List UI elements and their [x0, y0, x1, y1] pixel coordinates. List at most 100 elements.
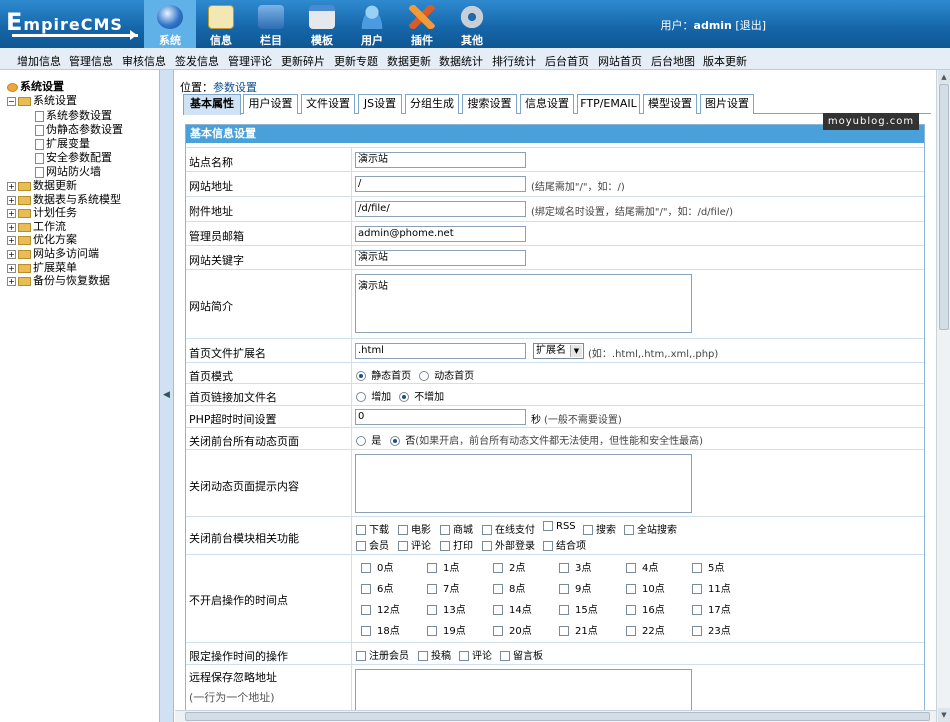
- checkbox-hour[interactable]: 10点: [626, 580, 665, 595]
- radio-no-filename[interactable]: 不增加: [399, 388, 444, 403]
- radio-close-no[interactable]: 否(如果开启，前台所有动态文件都无法使用，但性能和安全性最高): [390, 432, 703, 447]
- menu-admin-map[interactable]: 后台地图: [651, 53, 695, 69]
- radio-icon[interactable]: [419, 371, 429, 381]
- topnav-column[interactable]: 栏目: [245, 0, 297, 48]
- checkbox-hour[interactable]: 18点: [361, 622, 400, 637]
- checkbox-hour[interactable]: 8点: [493, 580, 525, 595]
- ext-select[interactable]: 扩展名 ▼: [533, 343, 584, 359]
- tab-model[interactable]: 模型设置: [643, 94, 697, 114]
- expand-icon[interactable]: +: [7, 249, 16, 259]
- collapse-left-arrow-icon[interactable]: ◀: [163, 390, 170, 400]
- expand-icon[interactable]: +: [7, 235, 16, 245]
- panel-splitter[interactable]: ◀: [160, 70, 174, 722]
- checkbox-hour[interactable]: 6点: [361, 580, 393, 595]
- tab-file[interactable]: 文件设置: [301, 94, 355, 114]
- radio-icon[interactable]: [399, 392, 409, 402]
- checkbox-online-pay[interactable]: 在线支付: [482, 521, 535, 536]
- index-ext-input[interactable]: .html: [355, 343, 526, 359]
- description-textarea[interactable]: 演示站: [355, 274, 692, 333]
- menu-version-update[interactable]: 版本更新: [703, 53, 747, 69]
- collapse-icon[interactable]: −: [7, 96, 16, 106]
- logout-link[interactable]: [退出]: [735, 19, 766, 32]
- menu-admin-home[interactable]: 后台首页: [545, 53, 589, 69]
- radio-close-yes[interactable]: 是: [356, 432, 381, 447]
- menu-update-fragments[interactable]: 更新碎片: [281, 53, 325, 69]
- checkbox-shop[interactable]: 商城: [440, 521, 473, 536]
- menu-rank-stats[interactable]: 排行统计: [492, 53, 536, 69]
- site-name-input[interactable]: 演示站: [355, 152, 526, 168]
- checkbox-hour[interactable]: 15点: [559, 601, 598, 616]
- tab-info[interactable]: 信息设置: [520, 94, 574, 114]
- tree-node-system-settings[interactable]: − 系统设置: [7, 92, 77, 108]
- site-url-input[interactable]: /: [355, 176, 526, 192]
- radio-icon[interactable]: [390, 436, 400, 446]
- checkbox-hour[interactable]: 16点: [626, 601, 665, 616]
- checkbox-hour[interactable]: 13点: [427, 601, 466, 616]
- expand-icon[interactable]: +: [7, 208, 16, 218]
- topnav-other[interactable]: 其他: [446, 0, 498, 48]
- checkbox-hour[interactable]: 7点: [427, 580, 459, 595]
- checkbox-rss[interactable]: RSS: [543, 521, 576, 532]
- expand-icon[interactable]: +: [7, 181, 16, 191]
- topnav-system[interactable]: 系统: [144, 0, 196, 48]
- checkbox-hour[interactable]: 11点: [692, 580, 731, 595]
- checkbox-combine[interactable]: 结合项: [543, 537, 586, 552]
- checkbox-hour[interactable]: 20点: [493, 622, 532, 637]
- checkbox-hour[interactable]: 1点: [427, 559, 459, 574]
- checkbox-movie[interactable]: 电影: [398, 521, 431, 536]
- topnav-plugin[interactable]: 插件: [396, 0, 448, 48]
- checkbox-submit[interactable]: 投稿: [418, 647, 451, 662]
- scroll-down-icon[interactable]: ▼: [938, 708, 950, 722]
- checkbox-guestbook[interactable]: 留言板: [500, 647, 543, 662]
- php-timeout-input[interactable]: 0: [355, 409, 526, 425]
- tab-js[interactable]: JS设置: [358, 94, 402, 114]
- menu-manage-info[interactable]: 管理信息: [69, 53, 113, 69]
- topnav-template[interactable]: 模板: [296, 0, 348, 48]
- expand-icon[interactable]: +: [7, 276, 16, 286]
- topnav-user[interactable]: 用户: [346, 0, 398, 48]
- checkbox-hour[interactable]: 23点: [692, 622, 731, 637]
- checkbox-download[interactable]: 下载: [356, 521, 389, 536]
- scroll-thumb[interactable]: [185, 712, 930, 721]
- radio-icon[interactable]: [356, 392, 366, 402]
- checkbox-hour[interactable]: 19点: [427, 622, 466, 637]
- tab-search[interactable]: 搜索设置: [462, 94, 517, 114]
- radio-icon[interactable]: [356, 436, 366, 446]
- checkbox-print[interactable]: 打印: [440, 537, 473, 552]
- checkbox-hour[interactable]: 4点: [626, 559, 658, 574]
- radio-add-filename[interactable]: 增加: [356, 388, 391, 403]
- checkbox-hour[interactable]: 2点: [493, 559, 525, 574]
- checkbox-external-login[interactable]: 外部登录: [482, 537, 535, 552]
- checkbox-comment[interactable]: 评论: [398, 537, 431, 552]
- menu-review-info[interactable]: 审核信息: [122, 53, 166, 69]
- checkbox-hour[interactable]: 22点: [626, 622, 665, 637]
- menu-sign-info[interactable]: 签发信息: [175, 53, 219, 69]
- topnav-info[interactable]: 信息: [195, 0, 247, 48]
- admin-email-input[interactable]: admin@phome.net: [355, 226, 526, 242]
- tab-group-gen[interactable]: 分组生成: [405, 94, 459, 114]
- checkbox-hour[interactable]: 9点: [559, 580, 591, 595]
- scroll-thumb[interactable]: [939, 84, 949, 330]
- tree-node[interactable]: + 备份与恢复数据: [7, 272, 110, 288]
- radio-dynamic-index[interactable]: 动态首页: [419, 367, 474, 382]
- checkbox-hour[interactable]: 12点: [361, 601, 400, 616]
- tab-user[interactable]: 用户设置: [243, 94, 298, 114]
- menu-add-info[interactable]: 增加信息: [17, 53, 61, 69]
- menu-data-update[interactable]: 数据更新: [387, 53, 431, 69]
- checkbox-hour[interactable]: 5点: [692, 559, 724, 574]
- close-msg-textarea[interactable]: [355, 454, 692, 513]
- checkbox-hour[interactable]: 21点: [559, 622, 598, 637]
- tab-basic[interactable]: 基本属性: [183, 94, 241, 115]
- tab-image[interactable]: 图片设置: [700, 94, 754, 114]
- radio-static-index[interactable]: 静态首页: [356, 367, 411, 382]
- menu-data-stats[interactable]: 数据统计: [439, 53, 483, 69]
- menu-site-home[interactable]: 网站首页: [598, 53, 642, 69]
- scroll-up-icon[interactable]: ▲: [938, 70, 950, 84]
- keywords-input[interactable]: 演示站: [355, 250, 526, 266]
- checkbox-hour[interactable]: 3点: [559, 559, 591, 574]
- vertical-scrollbar[interactable]: ▲ ▼: [936, 70, 950, 722]
- checkbox-hour[interactable]: 14点: [493, 601, 532, 616]
- horizontal-scrollbar[interactable]: [175, 710, 936, 722]
- menu-manage-comments[interactable]: 管理评论: [228, 53, 272, 69]
- checkbox-register[interactable]: 注册会员: [356, 647, 409, 662]
